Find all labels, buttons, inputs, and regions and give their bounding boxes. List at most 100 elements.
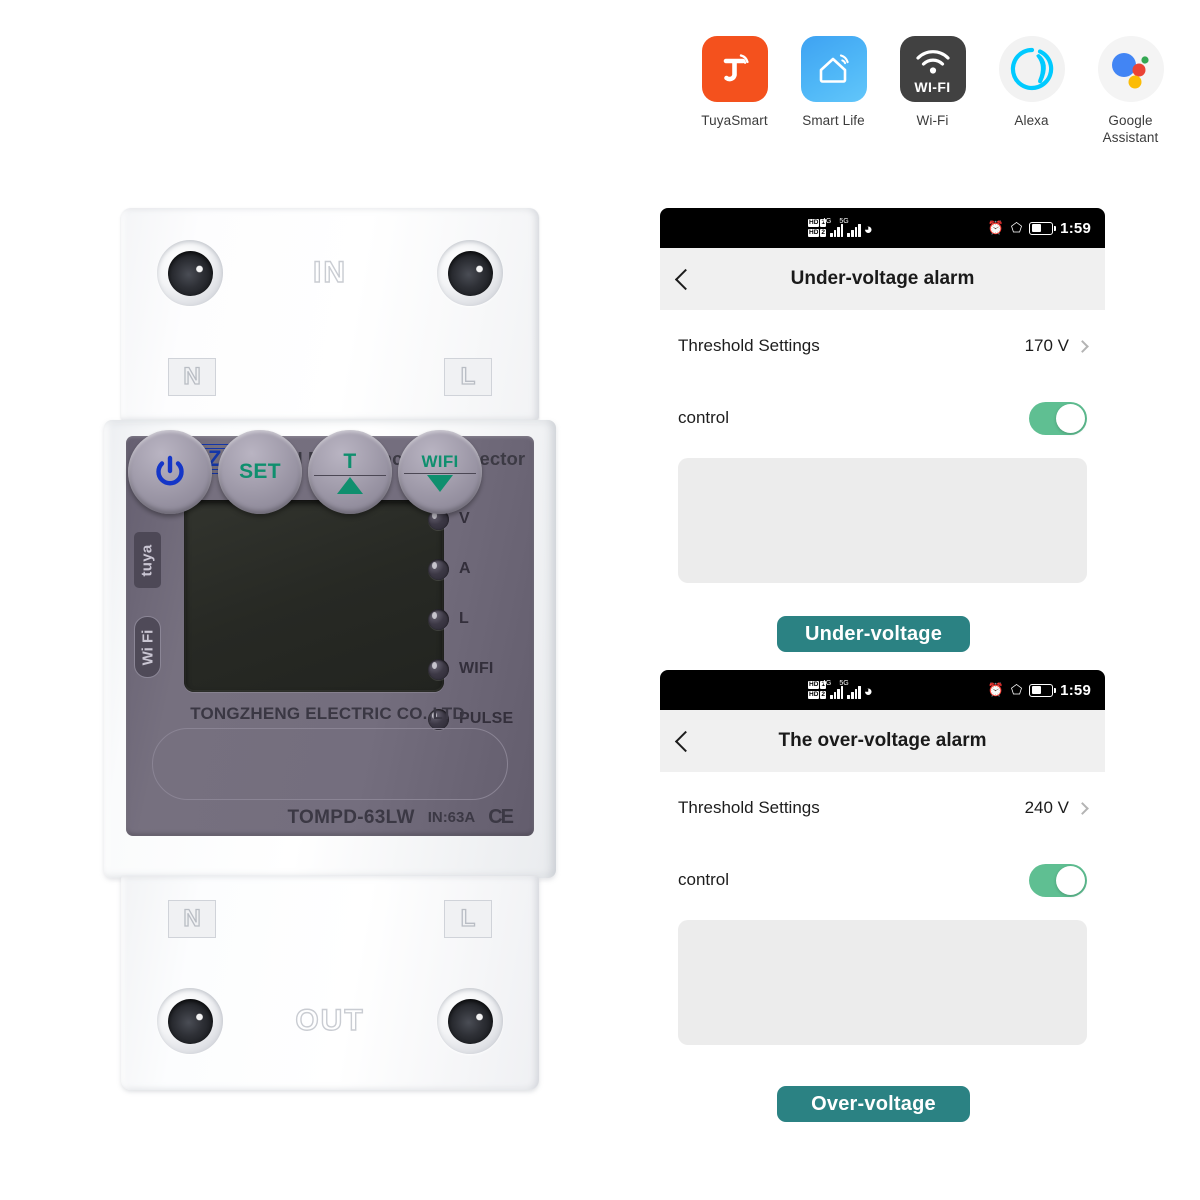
network-type-1: 4G (822, 218, 832, 225)
out-port-label: OUT (295, 1003, 365, 1037)
ce-mark-icon: CE (488, 806, 514, 828)
eco-label: Alexa (1014, 113, 1049, 128)
hd2-sim: 2 (820, 691, 827, 699)
caption-over-voltage: Over-voltage (777, 1086, 970, 1122)
bluetooth-icon: ⬠ (1010, 682, 1023, 697)
app-screenshot-under-voltage: HD 1 HD 2 4G 5G ◕ ⏰ ⬠ 1:59 Under-voltage… (660, 208, 1105, 595)
power-icon (156, 455, 184, 486)
ecosystem-badges: TuyaSmart Smart Life WI-FI Wi-Fi Alexa G… (692, 36, 1173, 147)
status-bar: HD 1 HD 2 4G 5G ◕ ⏰ ⬠ 1:59 (660, 208, 1105, 248)
wifi-icon: WI-FI (899, 36, 966, 102)
led-label: WIFI (459, 660, 494, 677)
set-button-label: SET (239, 460, 281, 483)
alarm-clock-icon: ⏰ (987, 682, 1004, 697)
status-wifi-icon: ◕ (863, 221, 873, 238)
t-button-label: T (343, 449, 357, 473)
button-divider (404, 472, 476, 475)
row-threshold-settings[interactable]: Threshold Settings 170 V (678, 310, 1089, 382)
clock-time: 1:59 (1060, 681, 1091, 699)
eco-item-wifi: WI-FI Wi-Fi (890, 36, 975, 147)
terminal-label-out-l: L (444, 900, 492, 938)
arrow-up-icon (337, 477, 363, 495)
chevron-right-icon (1076, 801, 1089, 815)
status-bar-left: HD 1 HD 2 4G 5G ◕ (808, 218, 873, 238)
status-bar-right: ⏰ ⬠ 1:59 (988, 682, 1091, 699)
led-indicator-icon (428, 658, 449, 680)
row-threshold-settings[interactable]: Threshold Settings 240 V (678, 772, 1089, 844)
alarm-clock-icon: ⏰ (987, 220, 1004, 235)
status-bar-right: ⏰ ⬠ 1:59 (988, 220, 1091, 237)
t-up-button[interactable]: T (308, 430, 392, 514)
eco-label: Wi-Fi (916, 113, 949, 128)
row-label: control (678, 408, 730, 427)
eco-item-smart-life: Smart Life (791, 36, 876, 147)
network-type-1: 4G (822, 680, 832, 687)
set-button[interactable]: SET (218, 430, 302, 514)
led-row-l: L (428, 594, 520, 644)
page-title: Under-voltage alarm (790, 268, 975, 289)
threshold-value: 170 V (1024, 336, 1069, 355)
button-tray (152, 728, 508, 800)
row-label: control (678, 870, 730, 889)
battery-icon (1029, 221, 1057, 235)
battery-icon (1029, 683, 1057, 697)
row-control[interactable]: control (678, 382, 1087, 454)
eco-label: TuyaSmart (701, 113, 768, 128)
wifi-down-button[interactable]: WIFI (398, 430, 482, 514)
row-value: 240 V (1025, 798, 1089, 818)
lcd-display (184, 500, 444, 692)
row-label: Threshold Settings (678, 336, 820, 355)
network-type-2: 5G (839, 680, 849, 687)
empty-content-card (678, 458, 1087, 583)
arrow-down-icon (427, 475, 453, 493)
row-control[interactable]: control (678, 844, 1087, 916)
control-toggle[interactable] (1029, 863, 1087, 897)
eco-item-google-assistant: Google Assistant (1088, 36, 1173, 147)
app-bar: Under-voltage alarm (660, 248, 1105, 310)
model-row: TOMPD-63LW IN:63A CE (287, 806, 514, 829)
tuya-icon (701, 36, 768, 102)
hd2-sim: 2 (820, 229, 827, 237)
control-toggle[interactable] (1029, 401, 1087, 435)
status-bar: HD 1 HD 2 4G 5G ◕ ⏰ ⬠ 1:59 (660, 670, 1105, 710)
network-type-2: 5G (839, 218, 849, 225)
row-value: 170 V (1024, 336, 1089, 356)
signal-bars-sim2-icon: 5G (839, 218, 861, 237)
eco-label: Google Assistant (1102, 113, 1159, 145)
led-indicator-icon (428, 608, 449, 630)
product-title: WIFI Multi-Function Protector (263, 448, 526, 469)
tuya-badge: tuya (134, 532, 161, 588)
signal-bars-sim1-icon: 4G (822, 218, 844, 237)
company-name: TONGZHENG ELECTRIC CO.,LTD. (190, 704, 470, 723)
button-divider (314, 474, 386, 477)
eco-item-tuyasmart: TuyaSmart (692, 36, 777, 147)
caption-under-voltage: Under-voltage (777, 616, 970, 652)
app-screenshot-over-voltage: HD 1 HD 2 4G 5G ◕ ⏰ ⬠ 1:59 The over-volt… (660, 670, 1105, 1057)
led-indicator-icon (428, 558, 449, 580)
page-title: The over-voltage alarm (778, 730, 987, 751)
row-label: Threshold Settings (678, 798, 820, 817)
settings-sheet: Threshold Settings 170 V control (660, 310, 1105, 583)
device-faceplate: TOMZN WIFI Multi-Function Protector tuya… (126, 430, 534, 836)
terminal-label-in-l: L (444, 358, 492, 396)
wifi-badge: Wi Fi (134, 616, 161, 678)
led-row-wifi: WIFI (428, 644, 520, 694)
power-button[interactable] (128, 430, 212, 514)
eco-label: Smart Life (802, 113, 865, 128)
status-wifi-icon: ◕ (863, 683, 873, 700)
device-top-housing: IN N L (121, 208, 539, 420)
in-port-label: IN (312, 255, 347, 289)
chevron-right-icon (1076, 339, 1089, 353)
led-label: V (459, 510, 470, 527)
signal-bars-sim1-icon: 4G (822, 680, 844, 699)
app-bar: The over-voltage alarm (660, 710, 1105, 772)
hd2-label: HD (808, 229, 820, 237)
settings-sheet: Threshold Settings 240 V control (660, 772, 1105, 1045)
led-label: A (459, 560, 471, 577)
wifi-tile-text: WI-FI (914, 79, 951, 95)
wifi-badge-text: Wi Fi (139, 629, 157, 665)
current-rating: IN:63A (427, 809, 476, 826)
tuya-badge-text: tuya (139, 543, 157, 577)
hd1-label: HD (808, 681, 820, 689)
terminal-label-in-n: N (168, 358, 216, 396)
